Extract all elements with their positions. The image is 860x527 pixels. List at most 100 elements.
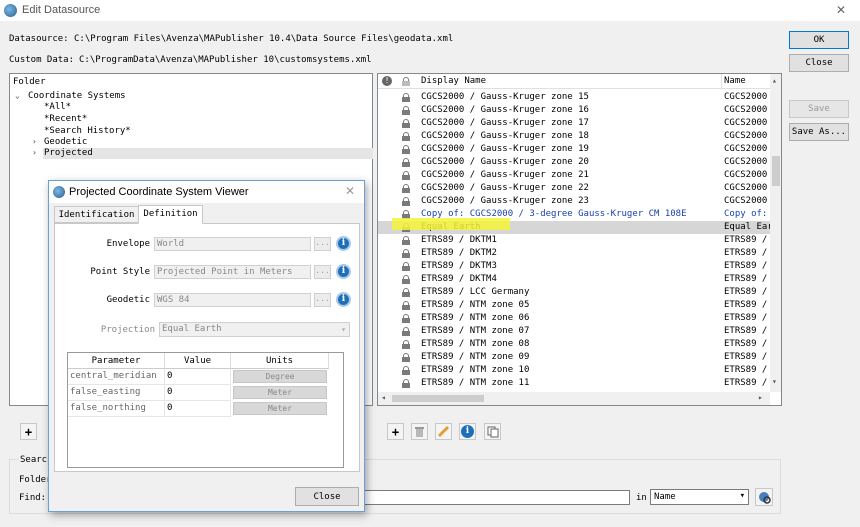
lock-icon [402, 249, 410, 258]
grid-row[interactable]: ETRS89 / NTM zone 10 ETRS89 / 1 [378, 364, 771, 377]
lock-icon [402, 197, 410, 206]
scroll-down-icon[interactable]: ▾ [772, 377, 777, 386]
add-folder-button[interactable]: + [20, 423, 37, 440]
tree-root[interactable]: Coordinate Systems [28, 91, 126, 101]
tree-item-geodetic[interactable]: Geodetic [44, 137, 87, 147]
lock-icon [402, 145, 410, 154]
param-unit-button[interactable]: Degree [233, 370, 327, 383]
grid-row[interactable]: ETRS89 / NTM zone 08 ETRS89 / 1 [378, 338, 771, 351]
scroll-right-icon[interactable]: ▸ [758, 393, 763, 402]
grid-cell-name: Equal Ear [724, 222, 770, 232]
grid-row[interactable]: ETRS89 / NTM zone 07 ETRS89 / 1 [378, 325, 771, 338]
grid-cell-name: ETRS89 / 1 [724, 287, 770, 297]
geodetic-info-icon[interactable]: i [336, 292, 351, 307]
save-button[interactable]: Save [789, 100, 849, 118]
point-style-label: Point Style [90, 267, 150, 277]
window-close-icon[interactable]: ✕ [836, 3, 846, 17]
grid-hscroll-thumb[interactable] [392, 395, 484, 402]
custom-data-path: C:\ProgramData\Avenza\MAPublisher 10\cus… [79, 55, 372, 65]
delete-button[interactable] [411, 423, 428, 440]
projection-value: Equal Earth [162, 324, 222, 334]
chevron-down-icon[interactable]: ⌄ [15, 91, 20, 100]
grid-cell-name: ETRS89 / 1 [724, 378, 770, 388]
grid-row[interactable]: CGCS2000 / Gauss-Kruger zone 17 CGCS2000 … [378, 117, 771, 130]
point-style-info-icon[interactable]: i [336, 264, 351, 279]
tab-identification[interactable]: Identification [54, 206, 139, 223]
chevron-right-icon[interactable]: › [32, 137, 37, 146]
param-name: central_meridian [68, 369, 165, 385]
search-field-select[interactable]: Name ▾ [650, 489, 749, 505]
info-button[interactable]: i [459, 423, 476, 440]
grid-cell-name: CGCS2000 _ [724, 196, 770, 206]
grid-row[interactable]: CGCS2000 / Gauss-Kruger zone 16 CGCS2000 … [378, 104, 771, 117]
ok-button[interactable]: OK [789, 31, 849, 49]
save-as-button[interactable]: Save As... [789, 123, 849, 141]
param-unit-button[interactable]: Meter [233, 386, 327, 399]
grid-horizontal-scrollbar[interactable]: ◂ ▸ [378, 392, 770, 405]
col-display-name[interactable]: Display Name [421, 76, 486, 86]
grid-scroll-thumb[interactable] [772, 156, 780, 186]
grid-cell-display-name: ETRS89 / DKTM2 [421, 248, 497, 258]
tree-item-projected[interactable]: Projected [44, 148, 93, 158]
grid-row[interactable]: CGCS2000 / Gauss-Kruger zone 19 CGCS2000 … [378, 143, 771, 156]
chevron-right-icon[interactable]: › [32, 148, 37, 157]
search-button[interactable] [755, 488, 773, 506]
param-unit-button[interactable]: Meter [233, 402, 327, 415]
grid-row[interactable]: ETRS89 / NTM zone 05 ETRS89 / 1 [378, 299, 771, 312]
param-value[interactable]: 0 [165, 401, 231, 417]
geodetic-field[interactable]: WGS 84 [154, 293, 311, 307]
add-system-button[interactable]: + [387, 423, 404, 440]
grid-vertical-scrollbar[interactable]: ▴ ▾ [770, 74, 781, 392]
point-style-browse-button[interactable]: ... [314, 265, 331, 279]
grid-cell-display-name: CGCS2000 / Gauss-Kruger zone 18 [421, 131, 589, 141]
grid-row[interactable]: ETRS89 / LCC Germany ETRS89 / 1 [378, 286, 771, 299]
point-style-field[interactable]: Projected Point in Meters [154, 265, 311, 279]
grid-row[interactable]: CGCS2000 / Gauss-Kruger zone 22 CGCS2000 … [378, 182, 771, 195]
scroll-left-icon[interactable]: ◂ [381, 393, 386, 402]
grid-row[interactable]: CGCS2000 / Gauss-Kruger zone 18 CGCS2000 … [378, 130, 771, 143]
grid-cell-name: CGCS2000 _ [724, 118, 770, 128]
grid-row[interactable]: ETRS89 / NTM zone 06 ETRS89 / 1 [378, 312, 771, 325]
projection-select[interactable]: Equal Earth ▾ [159, 322, 350, 337]
col-name[interactable]: Name [724, 76, 746, 86]
dialog-close-icon[interactable]: ✕ [345, 184, 355, 198]
close-button[interactable]: Close [789, 54, 849, 72]
scroll-up-icon[interactable]: ▴ [772, 76, 777, 85]
grid-row[interactable]: CGCS2000 / Gauss-Kruger zone 20 CGCS2000 … [378, 156, 771, 169]
custom-data-label: Custom Data: [9, 55, 75, 65]
grid-row[interactable]: ETRS89 / DKTM4 ETRS89 / 1 [378, 273, 771, 286]
grid-cell-name: ETRS89 / 1 [724, 248, 770, 258]
tree-item-search-history[interactable]: *Search History* [44, 126, 131, 136]
dialog-close-button[interactable]: Close [295, 487, 359, 506]
lock-icon [402, 366, 410, 375]
grid-row[interactable]: CGCS2000 / Gauss-Kruger zone 15 CGCS2000 … [378, 91, 771, 104]
envelope-browse-button[interactable]: ... [314, 237, 331, 251]
param-value[interactable]: 0 [165, 385, 231, 401]
copy-button[interactable] [484, 423, 501, 440]
grid-cell-display-name: ETRS89 / NTM zone 07 [421, 326, 530, 336]
grid-cell-display-name: CGCS2000 / Gauss-Kruger zone 15 [421, 92, 589, 102]
grid-cell-name: Copy of: ( [724, 209, 770, 219]
grid-row[interactable]: ETRS89 / DKTM1 ETRS89 / 1 [378, 234, 771, 247]
tree-item-recent[interactable]: *Recent* [44, 114, 87, 124]
grid-row[interactable]: ETRS89 / NTM zone 11 ETRS89 / 1 [378, 377, 771, 390]
lock-icon [402, 288, 410, 297]
in-label: in [636, 493, 647, 503]
geodetic-browse-button[interactable]: ... [314, 293, 331, 307]
find-input[interactable] [360, 490, 630, 505]
tab-definition[interactable]: Definition [138, 205, 203, 224]
envelope-field[interactable]: World [154, 237, 311, 251]
pencil-icon [437, 425, 450, 438]
grid-row[interactable]: CGCS2000 / Gauss-Kruger zone 21 CGCS2000 … [378, 169, 771, 182]
grid-cell-name: ETRS89 / 1 [724, 352, 770, 362]
grid-row[interactable]: ETRS89 / DKTM3 ETRS89 / 1 [378, 260, 771, 273]
grid-row[interactable]: ETRS89 / DKTM2 ETRS89 / 1 [378, 247, 771, 260]
datasource-label: Datasource: [9, 34, 69, 44]
grid-row[interactable]: ETRS89 / NTM zone 09 ETRS89 / 1 [378, 351, 771, 364]
edit-button[interactable] [435, 423, 452, 440]
tree-item-all[interactable]: *All* [44, 102, 71, 112]
grid-header: ! ^ Display Name Name [378, 74, 771, 89]
grid-row[interactable]: CGCS2000 / Gauss-Kruger zone 23 CGCS2000 … [378, 195, 771, 208]
param-value[interactable]: 0 [165, 369, 231, 385]
envelope-info-icon[interactable]: i [336, 236, 351, 251]
